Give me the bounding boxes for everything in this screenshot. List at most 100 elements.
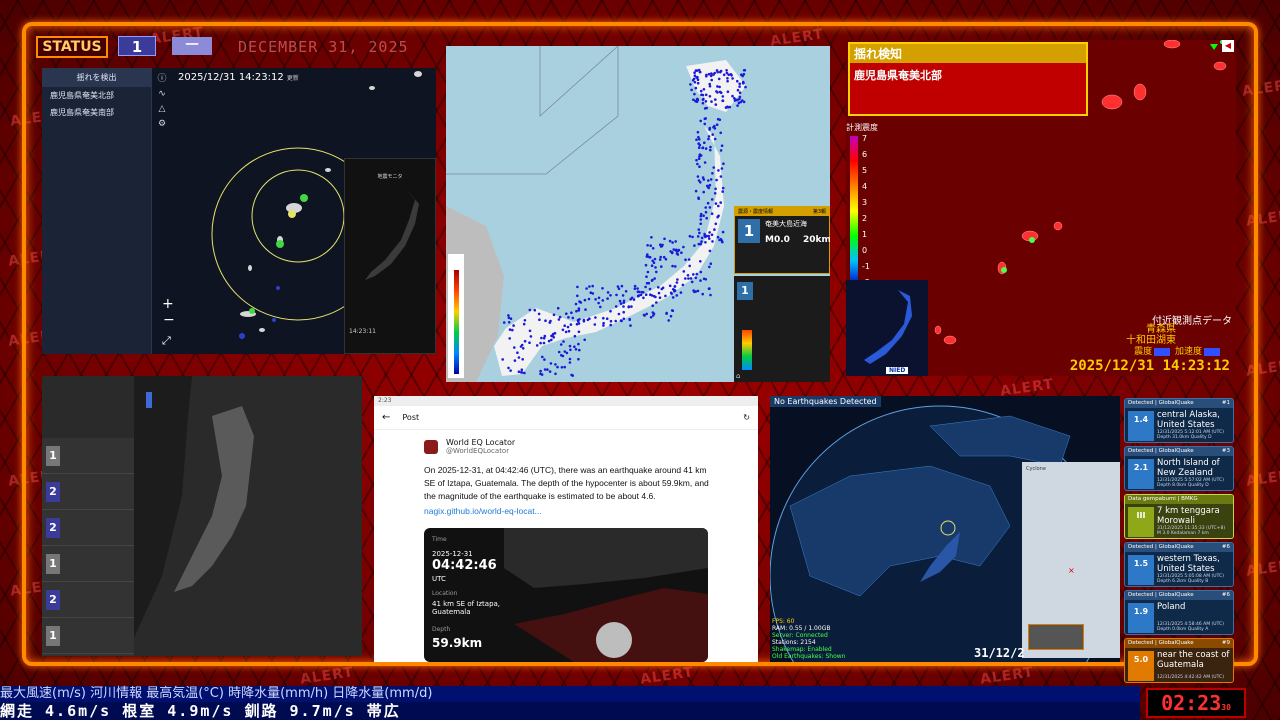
region-item[interactable]: 鹿児島県奄美北部 — [42, 87, 151, 104]
card-time-label: Time — [432, 536, 447, 543]
shake-detection-panel: ◀ 揺れ検知 鹿児島県奄美北部 計測震度 76543210-1-2 NIED 付… — [846, 40, 1236, 376]
status-date-watermark: DECEMBER 31, 2025 — [238, 38, 409, 56]
refresh-icon[interactable]: ↻ — [743, 413, 750, 422]
back-arrow-icon[interactable]: ← — [382, 412, 390, 423]
card-location: 41 km SE of Iztapa, Guatemala — [432, 600, 501, 616]
status-dash: 一 — [172, 37, 212, 55]
list-item[interactable]: 2 — [42, 474, 134, 510]
card-depth: 59.9km — [432, 636, 483, 650]
globe-status-header: No Earthquakes Detected — [770, 396, 881, 407]
fullscreen-icon[interactable]: ⤢ — [162, 334, 171, 348]
quake-source: Detected | GlobalQuake — [1128, 400, 1194, 406]
cyclone-inset: Cyclone × — [1022, 462, 1120, 658]
post-header: ← Post ↻ — [374, 406, 758, 430]
list-item[interactable]: 1 — [42, 546, 134, 582]
quake-card[interactable]: Detected | GlobalQuake #3 2.1 North Island … — [1124, 446, 1234, 491]
list-item[interactable]: 2 — [42, 510, 134, 546]
quake-card[interactable]: Detected | GlobalQuake #6 1.5 western Texas… — [1124, 542, 1234, 587]
cyclone-info-box — [1028, 624, 1084, 650]
avatar[interactable] — [424, 440, 438, 454]
quake-card[interactable]: Detected | GlobalQuake #9 5.0 near the coas… — [1124, 638, 1234, 683]
scale-label: 計測震度 — [846, 123, 878, 132]
list-item[interactable]: 2 — [42, 582, 134, 618]
station-legend: 震度 加速度 — [1134, 344, 1222, 357]
quake-magnitude: III — [1128, 507, 1154, 537]
wave-icon[interactable]: ∿ — [156, 88, 168, 100]
globe-stats: FPS: 60 RAM: 0.55 / 1.00GB Server: Connect… — [772, 618, 845, 660]
quake-place: near the coast of Guatemala — [1157, 650, 1230, 670]
alert-region: 鹿児島県奄美北部 — [854, 69, 942, 82]
nearby-station: 青森県 十和田湖東 — [1126, 324, 1176, 346]
quake-map-card[interactable]: Time 2025-12-31 04:42:46 UTC Location 41… — [424, 528, 708, 662]
scale-tick: 7 — [862, 134, 868, 143]
author-handle: @WorldEQLocator — [446, 447, 510, 455]
shake-alert-box: 揺れ検知 鹿児島県奄美北部 — [848, 42, 1088, 116]
info-report: 第3報 — [812, 209, 826, 215]
scale-tick: 0 — [862, 246, 868, 255]
card-location-label: Location — [432, 590, 458, 597]
intensity-legend — [448, 254, 464, 378]
zoom-out-button[interactable]: − — [163, 312, 175, 328]
intensity-badge: 2 — [46, 589, 60, 610]
phone-inset: 地震モニタ 14:23:11 — [344, 158, 436, 354]
globe-stat: RAM: 0.55 / 1.00GB — [772, 625, 831, 632]
legend-accel: 加速度 — [1174, 347, 1202, 357]
sidebar-title: 揺れを検出 — [42, 68, 151, 87]
nied-logo: NIED — [886, 367, 909, 374]
sub-info-card: 1 ⌂ — [734, 276, 830, 382]
list-item[interactable]: 1 — [42, 438, 134, 474]
speaker-icon[interactable]: ◀ — [1222, 40, 1234, 52]
clock-time: 02:23 — [1161, 691, 1222, 715]
zoom-in-button[interactable]: + — [162, 296, 174, 312]
inset-title: Cyclone — [1026, 466, 1046, 472]
quake-card-header: Detected | GlobalQuake #3 — [1125, 447, 1233, 456]
status-label: STATUS — [36, 36, 108, 58]
legend-intensity: 震度 — [1134, 347, 1153, 357]
quake-meta: 12/31/2025 5:05:08 AM (UTC) Depth 6.2km Q… — [1157, 574, 1224, 584]
quake-meta: 12/31/2025 4:58:46 AM (UTC) Depth 0.0km Q… — [1157, 622, 1224, 632]
card-time: 04:42:46 — [432, 558, 497, 573]
card-timezone: UTC — [432, 575, 446, 583]
quake-card-header: Detected | GlobalQuake #6 — [1125, 591, 1233, 600]
quake-card[interactable]: Detected | GlobalQuake #6 1.9 Poland 12/31/2… — [1124, 590, 1234, 635]
quake-card-header: Detected | GlobalQuake #6 — [1125, 543, 1233, 552]
quake-magnitude: 1.9 — [1128, 603, 1154, 633]
scale-tick: -1 — [862, 262, 870, 271]
phone-time: 14:23:11 — [349, 328, 376, 335]
post-author[interactable]: World EQ Locator @WorldEQLocator — [446, 438, 515, 455]
scale-tick: 1 — [862, 230, 868, 239]
intensity-badge: 2 — [46, 517, 60, 538]
gear-icon[interactable]: ⚙ — [156, 118, 168, 130]
globe-stat: Stations: 2154 — [772, 639, 816, 646]
list-item[interactable]: 1 — [42, 618, 134, 654]
region-item[interactable]: 鹿児島県奄美南部 — [42, 104, 151, 121]
globe-stat: Old Earthquakes: Shown — [772, 653, 846, 660]
quake-meta: 12/31/2025 5:57:02 AM (UTC) Depth 8.0km Q… — [1157, 478, 1224, 488]
quake-magnitude: 1.4 — [1128, 411, 1154, 441]
quake-card[interactable]: Data gempabumi | BMKG III 7 km tenggara Mo… — [1124, 494, 1234, 539]
globe-panel: No Earthquakes Detected Cyclone × FPS: 6… — [770, 396, 1120, 662]
quake-id: #6 — [1221, 592, 1230, 598]
globe-stat: Server: Connected — [772, 632, 828, 639]
globe-date: 31/12/2 — [974, 646, 1025, 660]
warning-icon[interactable]: △ — [156, 103, 168, 115]
info-header: 震源・震度情報 — [738, 209, 774, 215]
card-depth-label: Depth — [432, 626, 451, 633]
quake-list: 1 2 2 1 2 1 — [42, 438, 134, 656]
post-link[interactable]: nagix.github.io/world-eq-locat... — [424, 506, 542, 516]
radar-list-panel: 1 2 2 1 2 1 — [42, 376, 362, 656]
scale-tick: 3 — [862, 198, 868, 207]
detected-sidebar: 揺れを検出 鹿児島県奄美北部 鹿児島県奄美南部 — [42, 68, 152, 354]
map-toolbar: ⓘ ∿ △ ⚙ — [156, 70, 170, 133]
nied-map — [864, 290, 912, 364]
quake-cards: Detected | GlobalQuake #1 1.4 central Alask… — [1124, 398, 1234, 683]
intensity-badge: 1 — [46, 445, 60, 466]
scale-tick: 2 — [862, 214, 868, 223]
info-icon[interactable]: ⓘ — [156, 73, 168, 85]
globe-stat: FPS: 60 — [772, 618, 795, 625]
alert-watermark: ALERT — [639, 664, 695, 688]
home-icon[interactable]: ⌂ — [736, 372, 740, 380]
quake-magnitude: 2.1 — [1128, 459, 1154, 489]
quake-card[interactable]: Detected | GlobalQuake #1 1.4 central Alask… — [1124, 398, 1234, 443]
status-level: 1 — [118, 36, 156, 56]
